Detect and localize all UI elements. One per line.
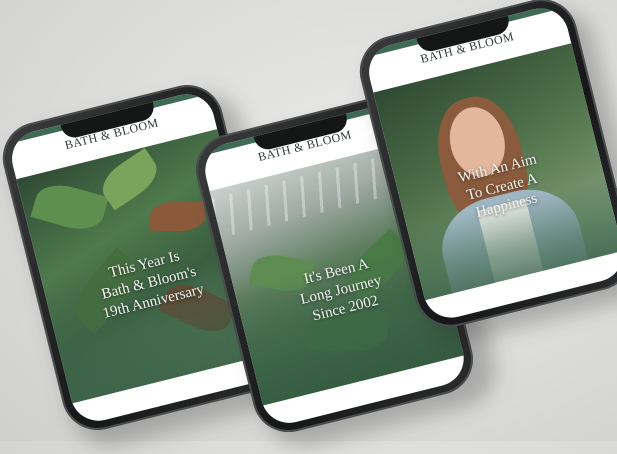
woman-portrait-photo: With An Aim To Create A Happiness [373, 43, 617, 301]
